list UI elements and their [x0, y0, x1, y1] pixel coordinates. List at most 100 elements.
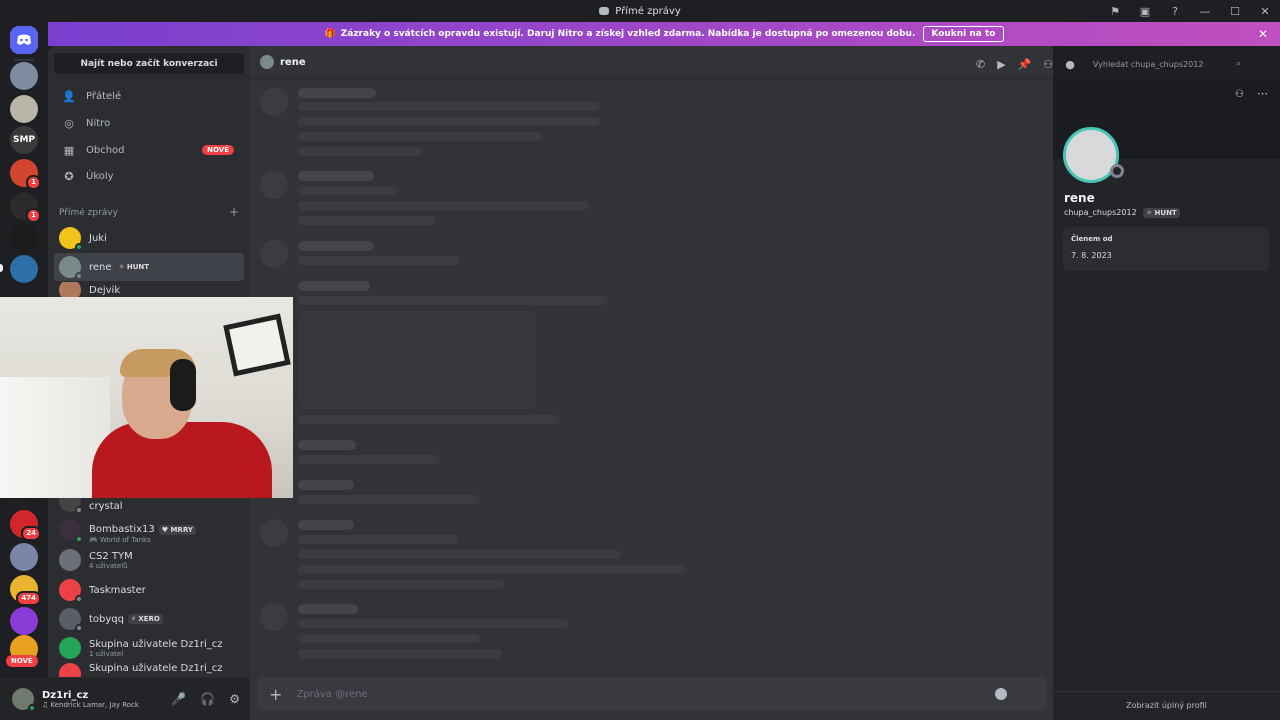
dm-section-header: Přímé zprávy +: [59, 206, 239, 218]
user-avatar[interactable]: [12, 688, 36, 712]
dm-item-rene[interactable]: rene ✧ HUNT: [54, 253, 244, 281]
dm-item-dejvik[interactable]: Dejvik: [54, 282, 244, 298]
channel-name: rene: [280, 56, 306, 68]
dm-name: Taskmaster: [89, 584, 146, 596]
attach-plus-icon[interactable]: +: [269, 685, 282, 704]
close-icon[interactable]: ✕: [1258, 27, 1268, 41]
server-10[interactable]: 474: [10, 575, 41, 606]
close-window-button[interactable]: ✕: [1250, 5, 1280, 18]
dm-item-tobyqq[interactable]: tobyqq ⚡ XERO: [54, 605, 244, 633]
skeleton-avatar: [260, 240, 288, 268]
server-4[interactable]: 1: [10, 159, 41, 190]
inbox-icon[interactable]: ⚑: [1100, 5, 1130, 18]
video-call-icon[interactable]: ▶: [997, 58, 1005, 71]
skeleton-line: [298, 296, 608, 305]
avatar: [59, 227, 83, 251]
pin-icon[interactable]: 📌: [1018, 58, 1032, 71]
server-2[interactable]: [10, 95, 38, 123]
skeleton-avatar: [260, 519, 288, 547]
nitro-icon: ◎: [64, 116, 74, 130]
server-1[interactable]: [10, 62, 38, 90]
minimize-button[interactable]: —: [1190, 5, 1220, 18]
skeleton-line: [298, 580, 504, 589]
view-full-profile-button[interactable]: Zobrazit úplný profil: [1053, 691, 1280, 719]
skeleton-line: [298, 256, 460, 265]
server-6[interactable]: [10, 223, 38, 251]
status-dot: [75, 506, 83, 512]
clan-tag: ⚡ XERO: [128, 614, 163, 624]
chat-header: rene: [250, 46, 1053, 79]
nav-nitro[interactable]: ◎ Nitro: [54, 111, 244, 135]
profile-panel: ⚇ ⋯ rene chupa_chups2012 ✧ HUNT Členem o…: [1053, 79, 1280, 720]
search-placeholder: Vyhledat chupa_chups2012: [1092, 59, 1204, 69]
avatar: [59, 256, 83, 280]
search-input[interactable]: Vyhledat chupa_chups2012 ⌕: [1086, 54, 1247, 74]
microphone-icon[interactable]: 🎤: [171, 692, 186, 706]
dm-item-taskmaster[interactable]: Taskmaster: [54, 576, 244, 604]
group-avatar: [59, 637, 81, 659]
skeleton-line: [298, 117, 600, 126]
emoji-icon[interactable]: [995, 688, 1007, 700]
more-options-icon[interactable]: ⋯: [1257, 87, 1268, 100]
quests-icon: ✪: [64, 169, 74, 183]
dm-item-bombastix13[interactable]: Bombastix13 ♥ MRRY 🎮 World of Tanks: [54, 516, 244, 544]
dm-text: Bombastix13 ♥ MRRY 🎮 World of Tanks: [89, 517, 196, 544]
user-profile-icon[interactable]: ●: [1065, 58, 1075, 71]
skeleton-line: [298, 147, 422, 156]
dm-name: crystal: [89, 501, 123, 512]
skeleton-image: [298, 311, 535, 409]
status-dot: [75, 595, 83, 603]
avatar: [59, 608, 83, 632]
skeleton-line: [298, 201, 588, 210]
help-icon[interactable]: ?: [1160, 5, 1190, 18]
skeleton-line: [298, 415, 560, 424]
profile-avatar[interactable]: [1063, 127, 1124, 183]
find-conversation-button[interactable]: Najít nebo začít konverzaci: [54, 53, 244, 74]
message-composer[interactable]: + Zpráva @rene: [257, 677, 1047, 711]
server-9[interactable]: [10, 543, 38, 571]
dm-item-juki[interactable]: Juki: [54, 224, 244, 252]
member-since-date: 7. 8. 2023: [1071, 251, 1112, 260]
window-title: Přímé zprávy: [615, 5, 681, 17]
skeleton-line: [298, 440, 356, 450]
create-dm-button[interactable]: +: [229, 206, 239, 218]
add-friends-icon[interactable]: ⚇: [1043, 58, 1053, 71]
headphones-icon[interactable]: 🎧: [200, 692, 215, 706]
phone-call-icon[interactable]: ✆: [976, 58, 985, 71]
gift-icon: 🎁: [324, 29, 336, 39]
nav-quests[interactable]: ✪ Úkoly: [54, 164, 244, 188]
profile-username: chupa_chups2012: [1064, 208, 1137, 217]
nav-friends[interactable]: 👤 Přátelé: [54, 84, 244, 108]
username: Dz1ri_cz: [42, 689, 89, 701]
avatar: [59, 579, 83, 603]
unread-badge: 474: [16, 591, 41, 606]
dm-name: Bombastix13: [89, 523, 155, 535]
window-controls: ⚑ ▣ ? — ☐ ✕: [1100, 0, 1280, 22]
friends-icon: 👤: [62, 89, 76, 103]
server-smp[interactable]: SMP: [10, 126, 38, 154]
home-discord-button[interactable]: [10, 26, 38, 54]
user-info[interactable]: Dz1ri_cz ♫ Kendrick Lamar, Jay Rock: [42, 690, 139, 709]
dm-item-group-2[interactable]: Skupina uživatele Dz1ri_cz: [54, 663, 244, 677]
skeleton-line: [298, 649, 502, 658]
search-icon: ⌕: [1236, 59, 1241, 68]
webcam-person-hoodie: [92, 422, 272, 498]
webcam-overlay: [0, 297, 293, 498]
banner-cta-button[interactable]: Koukni na to: [923, 26, 1004, 42]
server-7[interactable]: [10, 255, 38, 283]
skeleton-line: [298, 520, 354, 530]
dm-item-cs2-tym[interactable]: CS2 TYM 4 uživatelů: [54, 546, 244, 574]
screen-icon[interactable]: ▣: [1130, 5, 1160, 18]
server-5[interactable]: 1: [10, 192, 41, 223]
settings-gear-icon[interactable]: ⚙: [229, 692, 240, 706]
group-avatar: [59, 549, 81, 571]
member-count: 1 uživatel: [89, 649, 124, 658]
server-11[interactable]: [10, 607, 38, 635]
nav-shop[interactable]: ▦ Obchod NOVÉ: [54, 138, 244, 162]
add-friend-icon[interactable]: ⚇: [1235, 89, 1244, 100]
dm-item-group-1[interactable]: Skupina uživatele Dz1ri_cz 1 uživatel: [54, 634, 244, 662]
maximize-button[interactable]: ☐: [1220, 5, 1250, 18]
nitro-banner: 🎁 Zázraky o svátcích opravdu existují. D…: [48, 22, 1280, 46]
server-8[interactable]: 24: [10, 510, 41, 541]
dm-name: Skupina uživatele Dz1ri_cz: [89, 638, 223, 650]
